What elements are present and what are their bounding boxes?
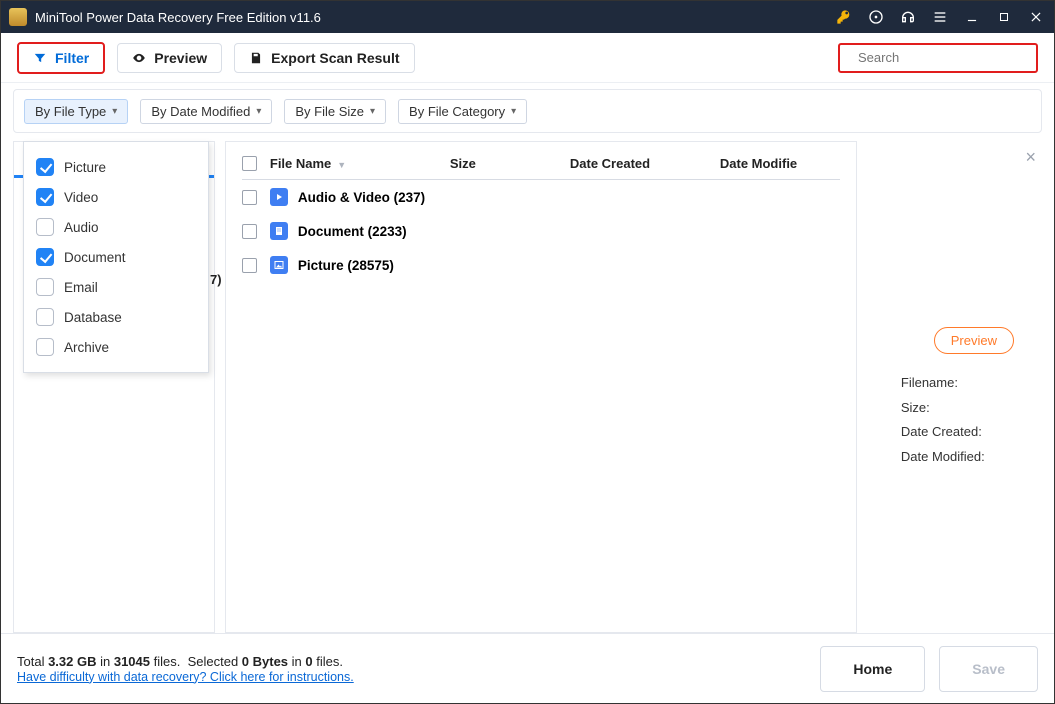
preview-button[interactable]: Preview: [934, 327, 1014, 354]
app-logo-icon: [9, 8, 27, 26]
document-icon: [270, 222, 288, 240]
row-label: Audio & Video (237): [298, 190, 425, 205]
chevron-down-icon: ▾: [370, 106, 375, 117]
row-checkbox[interactable]: [242, 190, 257, 205]
dropdown-by-file-size[interactable]: By File Size▾: [284, 99, 386, 124]
toolbar: Filter Preview Export Scan Result: [1, 33, 1054, 83]
minimize-icon[interactable]: [962, 7, 982, 27]
dropdown-by-date-modified[interactable]: By Date Modified▾: [140, 99, 272, 124]
meta-modified: Date Modified:: [901, 445, 985, 470]
table-row[interactable]: Audio & Video (237): [242, 180, 840, 214]
chevron-down-icon: ▾: [112, 106, 117, 117]
filter-option-picture[interactable]: Picture: [32, 152, 200, 182]
filter-option-email[interactable]: Email: [32, 272, 200, 302]
filter-option-document[interactable]: Document: [32, 242, 200, 272]
file-list-panel: File Name▼ Size Date Created Date Modifi…: [225, 141, 857, 633]
filter-option-archive[interactable]: Archive: [32, 332, 200, 362]
filter-dropdowns-row: By File Type▾ By Date Modified▾ By File …: [13, 89, 1042, 133]
key-icon[interactable]: [834, 7, 854, 27]
meta-created: Date Created:: [901, 420, 985, 445]
checkbox-icon[interactable]: [36, 248, 54, 266]
row-checkbox[interactable]: [242, 224, 257, 239]
filter-label: Filter: [55, 50, 89, 66]
select-all-checkbox[interactable]: [242, 156, 257, 171]
app-title: MiniTool Power Data Recovery Free Editio…: [35, 10, 321, 25]
footer: Total 3.32 GB in 31045 files. Selected 0…: [1, 633, 1054, 703]
table-row[interactable]: Document (2233): [242, 214, 840, 248]
sort-desc-icon: ▼: [337, 160, 346, 170]
filter-icon: [33, 51, 47, 65]
preview-label: Preview: [154, 50, 207, 66]
table-header: File Name▼ Size Date Created Date Modifi…: [242, 156, 840, 180]
filter-option-video[interactable]: Video: [32, 182, 200, 212]
maximize-icon[interactable]: [994, 7, 1014, 27]
titlebar: MiniTool Power Data Recovery Free Editio…: [1, 1, 1054, 33]
chevron-down-icon: ▾: [511, 106, 516, 117]
checkbox-icon[interactable]: [36, 188, 54, 206]
checkbox-icon[interactable]: [36, 278, 54, 296]
eye-icon: [132, 51, 146, 65]
save-button[interactable]: Save: [939, 646, 1038, 692]
row-label: Document (2233): [298, 224, 407, 239]
meta-filename: Filename:: [901, 371, 985, 396]
col-date-created[interactable]: Date Created: [570, 156, 720, 171]
preview-metadata: Filename: Size: Date Created: Date Modif…: [901, 371, 985, 470]
row-label: Picture (28575): [298, 258, 394, 273]
menu-icon[interactable]: [930, 7, 950, 27]
checkbox-icon[interactable]: [36, 338, 54, 356]
close-preview-icon[interactable]: ×: [1025, 147, 1036, 168]
help-link[interactable]: Have difficulty with data recovery? Clic…: [17, 670, 354, 684]
checkbox-icon[interactable]: [36, 308, 54, 326]
file-type-filter-popover: Picture Video Audio Document Email Datab…: [23, 141, 209, 373]
col-filename[interactable]: File Name▼: [270, 156, 450, 171]
filter-option-audio[interactable]: Audio: [32, 212, 200, 242]
home-button[interactable]: Home: [820, 646, 925, 692]
save-icon: [249, 51, 263, 65]
left-item-count-fragment: 7): [210, 272, 222, 287]
disc-icon[interactable]: [866, 7, 886, 27]
dropdown-by-file-type[interactable]: By File Type▾: [24, 99, 128, 124]
preview-panel: × Preview Filename: Size: Date Created: …: [867, 141, 1042, 633]
main-area: 7) Picture Video Audio Document Email Da…: [13, 141, 1042, 633]
export-label: Export Scan Result: [271, 50, 399, 66]
chevron-down-icon: ▾: [256, 106, 261, 117]
row-checkbox[interactable]: [242, 258, 257, 273]
dropdown-by-file-category[interactable]: By File Category▾: [398, 99, 527, 124]
filter-button[interactable]: Filter: [17, 42, 105, 74]
col-date-modified[interactable]: Date Modifie: [720, 156, 840, 171]
search-input[interactable]: [858, 50, 1034, 65]
headset-icon[interactable]: [898, 7, 918, 27]
preview-toolbar-button[interactable]: Preview: [117, 43, 222, 73]
export-button[interactable]: Export Scan Result: [234, 43, 414, 73]
footer-stats: Total 3.32 GB in 31045 files. Selected 0…: [17, 654, 354, 684]
filter-option-database[interactable]: Database: [32, 302, 200, 332]
picture-icon: [270, 256, 288, 274]
checkbox-icon[interactable]: [36, 158, 54, 176]
close-icon[interactable]: [1026, 7, 1046, 27]
table-row[interactable]: Picture (28575): [242, 248, 840, 282]
audio-video-icon: [270, 188, 288, 206]
search-box[interactable]: [838, 43, 1038, 73]
checkbox-icon[interactable]: [36, 218, 54, 236]
meta-size: Size:: [901, 396, 985, 421]
col-size[interactable]: Size: [450, 156, 570, 171]
